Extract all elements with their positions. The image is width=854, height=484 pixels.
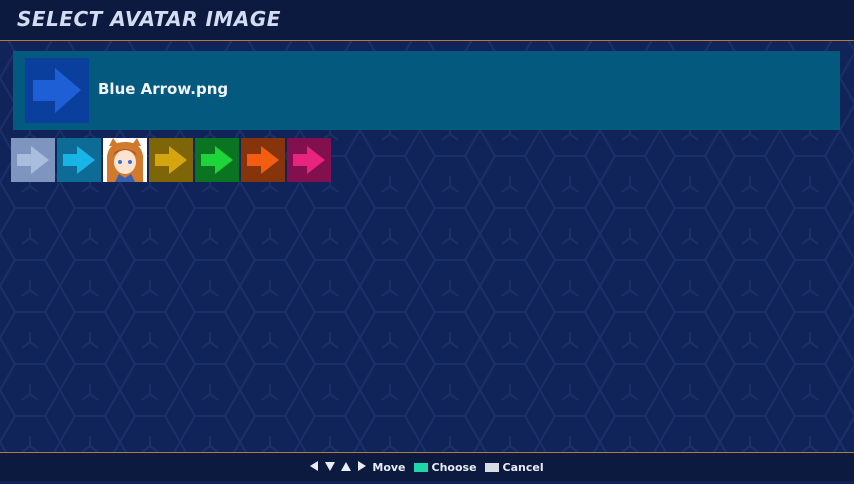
arrow-right-icon xyxy=(201,146,233,174)
footer-bar: Move Choose Cancel xyxy=(0,452,854,481)
arrow-right-icon xyxy=(155,146,187,174)
arrow-right-icon xyxy=(247,146,279,174)
page-title: SELECT AVATAR IMAGE xyxy=(17,7,281,31)
avatar-gray-arrow[interactable] xyxy=(11,138,55,182)
character-portrait-icon xyxy=(107,138,143,182)
move-hint-label: Move xyxy=(372,460,406,474)
choose-hint-label: Choose xyxy=(431,460,477,474)
cancel-button-icon xyxy=(484,462,499,472)
avatar-gold-arrow[interactable] xyxy=(149,138,193,182)
up-triangle-icon xyxy=(340,460,352,475)
avatar-orange-arrow[interactable] xyxy=(241,138,285,182)
cancel-hint-label: Cancel xyxy=(502,460,544,474)
avatar-character[interactable] xyxy=(103,138,147,182)
down-triangle-icon xyxy=(324,460,336,475)
avatar-cyan-arrow[interactable] xyxy=(57,138,101,182)
arrow-right-icon xyxy=(17,146,49,174)
avatar-green-arrow[interactable] xyxy=(195,138,239,182)
left-triangle-icon xyxy=(308,460,320,475)
right-triangle-icon xyxy=(356,460,368,475)
arrow-right-icon xyxy=(293,146,325,174)
selected-avatar-panel[interactable]: Blue Arrow.png xyxy=(13,51,840,130)
control-hints: Move Choose Cancel xyxy=(0,453,854,481)
arrow-right-icon xyxy=(33,68,81,113)
arrow-right-icon xyxy=(63,146,95,174)
choose-button-icon xyxy=(413,462,428,472)
selected-avatar-thumbnail xyxy=(25,58,89,123)
selected-avatar-name: Blue Arrow.png xyxy=(98,80,229,98)
avatar-magenta-arrow[interactable] xyxy=(287,138,331,182)
header-bar: SELECT AVATAR IMAGE xyxy=(0,0,854,41)
